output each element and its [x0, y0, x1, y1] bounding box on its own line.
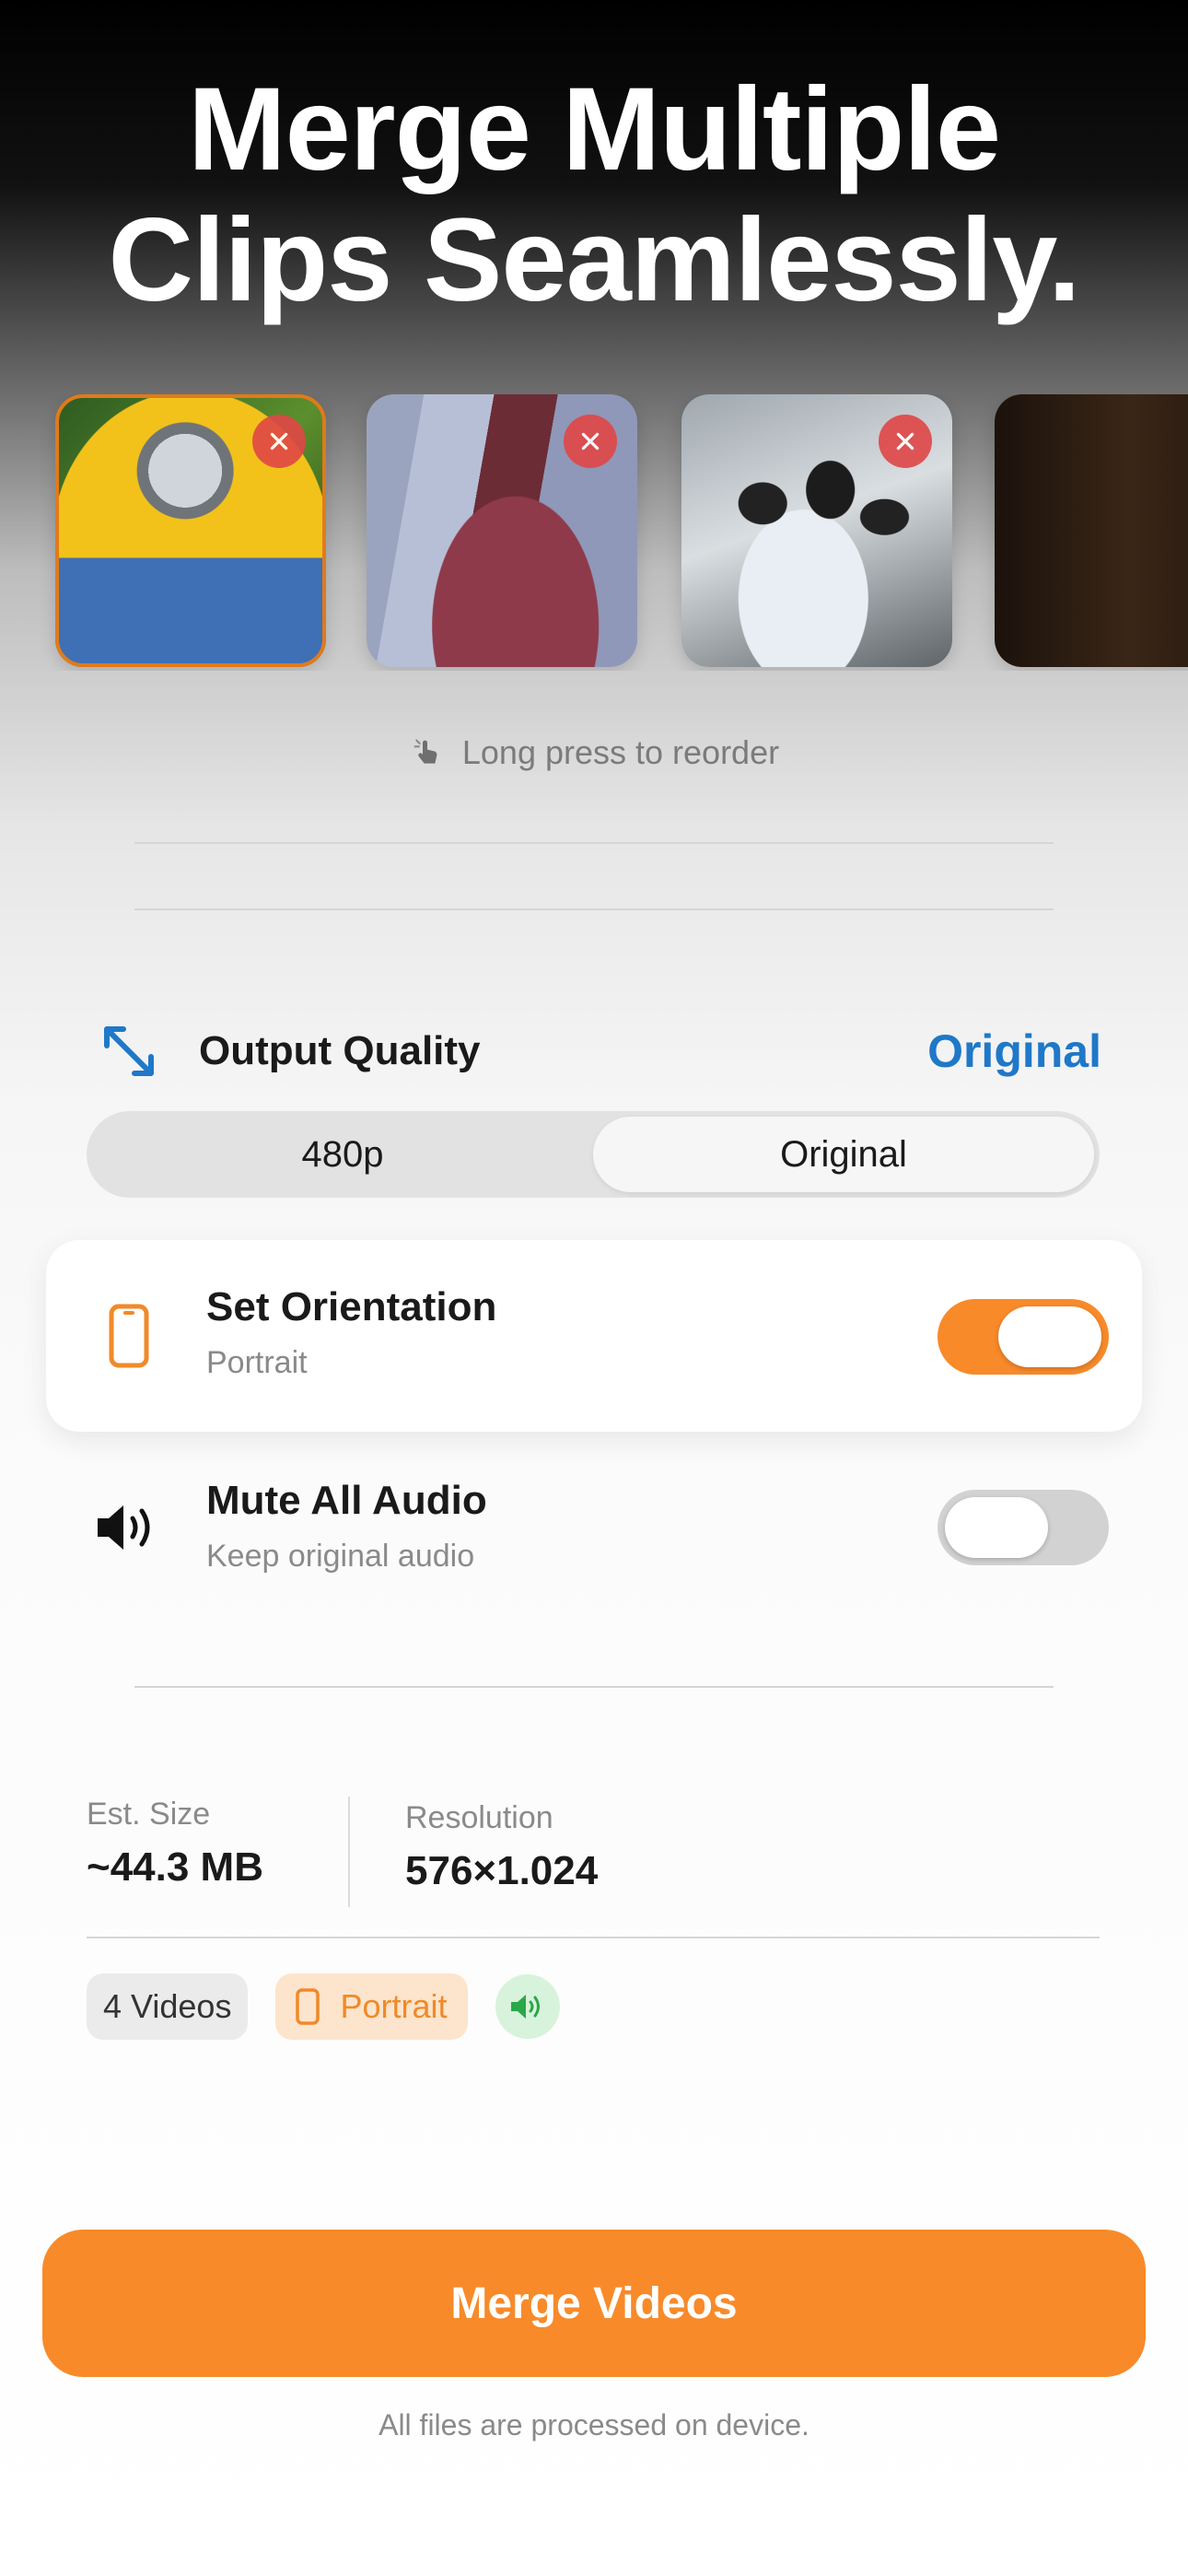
headline-line-2: Clips Seamlessly. [108, 194, 1081, 326]
remove-clip-button[interactable] [564, 415, 617, 468]
headline-line-1: Merge Multiple [187, 64, 1001, 195]
output-stats: Est. Size ~44.3 MB Resolution 576×1.024 [87, 1797, 1100, 1916]
divider [134, 1686, 1054, 1688]
toggle-knob [945, 1497, 1048, 1558]
close-icon [896, 432, 914, 451]
divider [87, 1937, 1100, 1938]
close-icon [270, 432, 288, 451]
output-quality-row: Output Quality Original [96, 1019, 1101, 1083]
segment-original[interactable]: Original [593, 1117, 1094, 1192]
mute-audio-title: Mute All Audio [206, 1478, 487, 1523]
phone-portrait-icon [296, 1988, 320, 2025]
remove-clip-button[interactable] [252, 415, 306, 468]
remove-clip-button[interactable] [879, 415, 932, 468]
est-size-value: ~44.3 MB [87, 1844, 263, 1890]
merge-videos-button[interactable]: Merge Videos [42, 2230, 1146, 2377]
resolution-label: Resolution [405, 1800, 553, 1835]
speaker-on-icon [495, 1974, 560, 2039]
mute-audio-toggle[interactable] [938, 1490, 1109, 1565]
segment-480p[interactable]: 480p [92, 1117, 593, 1192]
phone-portrait-icon [92, 1299, 166, 1373]
est-size-label: Est. Size [87, 1797, 211, 1832]
video-count-chip: 4 Videos [87, 1973, 249, 2040]
divider [134, 842, 1054, 844]
clip-thumbnail[interactable] [681, 394, 952, 667]
clip-thumbnail[interactable] [367, 394, 637, 667]
orientation-chip-label: Portrait [340, 1987, 448, 2025]
clip-strip[interactable] [0, 394, 1188, 671]
privacy-footnote: All files are processed on device. [379, 2408, 809, 2441]
expand-arrows-icon [104, 1026, 154, 1076]
orientation-chip: Portrait [275, 1973, 468, 2040]
clip-thumbnail[interactable] [995, 394, 1188, 667]
set-orientation-title: Set Orientation [206, 1284, 497, 1329]
speaker-icon [92, 1491, 166, 1564]
mute-audio-subtitle: Keep original audio [206, 1539, 475, 1574]
headline: Merge Multiple Clips Seamlessly. [0, 64, 1188, 326]
output-quality-value[interactable]: Original [927, 1025, 1101, 1078]
summary-chips: 4 Videos Portrait [87, 1973, 560, 2040]
set-orientation-subtitle: Portrait [206, 1345, 308, 1380]
toggle-knob [998, 1306, 1101, 1367]
resolution-value: 576×1.024 [405, 1848, 599, 1893]
close-icon [581, 432, 600, 451]
reorder-hint-text: Long press to reorder [461, 733, 780, 771]
orientation-toggle[interactable] [938, 1299, 1109, 1375]
stat-separator [348, 1797, 350, 1907]
output-quality-title: Output Quality [199, 1028, 481, 1073]
clip-thumbnail[interactable] [55, 394, 326, 667]
set-orientation-card[interactable]: Set Orientation Portrait [46, 1240, 1142, 1432]
hand-pointer-icon [413, 739, 437, 764]
reorder-hint: Long press to reorder [0, 733, 1188, 772]
divider [134, 908, 1054, 910]
quality-segmented-control[interactable]: 480p Original [87, 1111, 1100, 1198]
